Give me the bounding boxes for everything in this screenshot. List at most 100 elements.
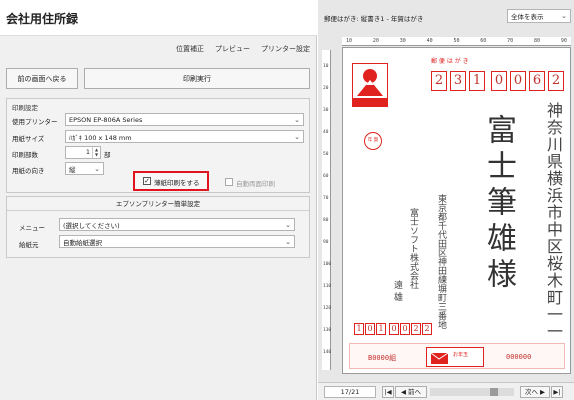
zoom-select[interactable]: 全体を表示 ⌄ <box>507 9 571 23</box>
paper-feed-value: 自動給紙選択 <box>63 238 102 247</box>
title-bar: 会社用住所録 <box>0 0 317 36</box>
ruler-tick: 80 <box>534 38 541 44</box>
print-button[interactable]: 印刷実行 <box>84 68 310 89</box>
preview-link[interactable]: プレビュー <box>215 44 250 54</box>
copies-stepper[interactable]: 1 ▲ ▼ <box>65 146 101 159</box>
sender-address: 東京都千代田区神田練塀町三番地 <box>436 194 446 329</box>
mountain-stamp-icon <box>353 69 387 106</box>
prev-label: 前へ <box>408 388 422 396</box>
chevron-down-icon: ⌄ <box>294 133 300 141</box>
duplex-label: 自動両面印刷 <box>236 180 275 188</box>
print-settings-title: 印刷設定 <box>12 104 38 112</box>
ruler-tick: 130 <box>323 328 332 333</box>
printer-settings-link[interactable]: プリンター設定 <box>261 44 310 54</box>
epson-settings-title: エプソンプリンター簡単設定 <box>7 197 309 211</box>
postal-digit: 2 <box>431 71 447 91</box>
ruler-tick: 40 <box>426 38 433 44</box>
postcard-preview: 年 賀 郵 便 は が き 2 3 1 0 0 6 2 神奈川県横浜市中区桜木町… <box>342 47 571 374</box>
postal-digit: 0 <box>491 71 507 91</box>
ruler-tick: 80 <box>323 218 329 223</box>
lottery-number: 000000 <box>506 353 532 361</box>
ruler-tick: 40 <box>323 130 329 135</box>
ruler-tick: 110 <box>323 284 332 289</box>
horizontal-ruler: 10 20 30 40 50 60 70 80 90 <box>342 37 571 46</box>
ruler-tick: 10 <box>323 64 329 69</box>
ruler-tick: 30 <box>399 38 406 44</box>
chevron-down-icon: ⌄ <box>285 221 291 229</box>
preview-pane: 郵便はがき: 縦書き1 - 年賀はがき 全体を表示 ⌄ 10 20 30 40 … <box>318 0 574 400</box>
paper-feed-select[interactable]: 自動給紙選択 ⌄ <box>59 235 295 248</box>
chevron-down-icon: ⌄ <box>285 238 291 246</box>
page-scroll-thumb[interactable] <box>490 388 498 396</box>
printer-label: 使用プリンター <box>12 118 58 126</box>
first-page-button[interactable]: |◀ <box>382 386 394 398</box>
thin-paper-highlight: ✓ 薄紙印刷をする <box>133 171 209 191</box>
ruler-tick: 120 <box>323 306 332 311</box>
lottery-badge-label: お年玉 <box>453 352 469 358</box>
paper-feed-label: 給紙元 <box>19 241 39 249</box>
page-scrollbar[interactable] <box>430 388 514 396</box>
ruler-tick: 140 <box>323 350 332 355</box>
settings-pane: 会社用住所録 位置補正 プレビュー プリンター設定 前の画面へ戻る 印刷実行 印… <box>0 0 317 400</box>
copies-value: 1 <box>85 148 90 156</box>
sender-postal-digit: 1 <box>354 323 364 335</box>
paper-size-label: 用紙サイズ <box>12 135 45 143</box>
printer-select[interactable]: EPSON EP-806A Series ⌄ <box>65 113 304 126</box>
back-button[interactable]: 前の画面へ戻る <box>6 68 78 89</box>
ruler-tick: 70 <box>323 196 329 201</box>
sender-postal-digit: 0 <box>365 323 375 335</box>
menu-value: (選択してください) <box>63 221 120 230</box>
preview-title: 郵便はがき: 縦書き1 - 年賀はがき <box>324 15 424 23</box>
paper-size-select[interactable]: ﾊｶﾞｷ 100 x 148 mm ⌄ <box>65 130 304 143</box>
page-indicator: 17/21 <box>324 386 376 398</box>
lottery-band: B0000組 お年玉 000000 <box>349 343 565 369</box>
toolbar-links: 位置補正 プレビュー プリンター設定 <box>176 44 310 54</box>
postal-digit: 3 <box>450 71 466 91</box>
copies-label: 印刷部数 <box>12 151 38 159</box>
sender-postal-digit: 0 <box>389 323 399 335</box>
ruler-tick: 60 <box>480 38 487 44</box>
menu-select[interactable]: (選択してください) ⌄ <box>59 218 295 231</box>
postal-digit: 0 <box>510 71 526 91</box>
orientation-select[interactable]: 縦 ⌄ <box>65 162 104 175</box>
prev-icon: ◀ <box>400 388 409 396</box>
epson-settings-group: エプソンプリンター簡単設定 メニュー (選択してください) ⌄ 給紙元 自動給紙… <box>6 196 310 258</box>
duplex-checkbox[interactable] <box>225 178 233 186</box>
ruler-tick: 90 <box>560 38 567 44</box>
next-label: 次へ <box>524 388 538 396</box>
stepper-arrows-icon[interactable]: ▲ ▼ <box>92 147 100 158</box>
chevron-down-icon: ⌄ <box>94 165 100 173</box>
stamp-image <box>352 63 388 107</box>
postal-digit: 1 <box>469 71 485 91</box>
orientation-value: 縦 <box>69 165 76 174</box>
ruler-tick: 20 <box>323 86 329 91</box>
ruler-tick: 50 <box>453 38 460 44</box>
first-page-icon: |◀ <box>384 388 392 396</box>
ruler-tick: 90 <box>323 240 329 245</box>
position-adjust-link[interactable]: 位置補正 <box>176 44 204 54</box>
card-header: 郵 便 は が き <box>431 58 469 65</box>
vertical-ruler: 10 20 30 40 50 60 70 80 90 100 110 120 1… <box>322 50 331 370</box>
postal-digit: 2 <box>548 71 564 91</box>
envelope-icon <box>430 352 449 364</box>
page-navigation: 17/21 |◀ ◀ 前へ 次へ ▶ ▶| <box>318 382 574 400</box>
ruler-tick: 50 <box>323 152 329 157</box>
ruler-tick: 30 <box>323 108 329 113</box>
next-page-button[interactable]: 次へ ▶ <box>520 386 550 398</box>
last-page-icon: ▶| <box>553 388 561 396</box>
ruler-tick: 70 <box>507 38 514 44</box>
thin-paper-label: 薄紙印刷をする <box>154 179 200 187</box>
last-page-button[interactable]: ▶| <box>551 386 563 398</box>
orientation-label: 用紙の向き <box>12 167 45 175</box>
ruler-tick: 20 <box>372 38 379 44</box>
printer-value: EPSON EP-806A Series <box>69 115 143 124</box>
ruler-tick: 100 <box>323 262 332 267</box>
recipient-address: 神奈川県横浜市中区桜木町一一 <box>544 102 563 340</box>
chevron-down-icon: ⌄ <box>561 12 567 20</box>
chevron-down-icon: ⌄ <box>294 116 300 124</box>
menu-label: メニュー <box>19 224 45 232</box>
thin-paper-checkbox[interactable]: ✓ <box>143 177 151 185</box>
lottery-badge: お年玉 <box>426 347 484 367</box>
prev-page-button[interactable]: ◀ 前へ <box>395 386 427 398</box>
sender-company: 富士ソフト株式会社 <box>408 208 418 289</box>
